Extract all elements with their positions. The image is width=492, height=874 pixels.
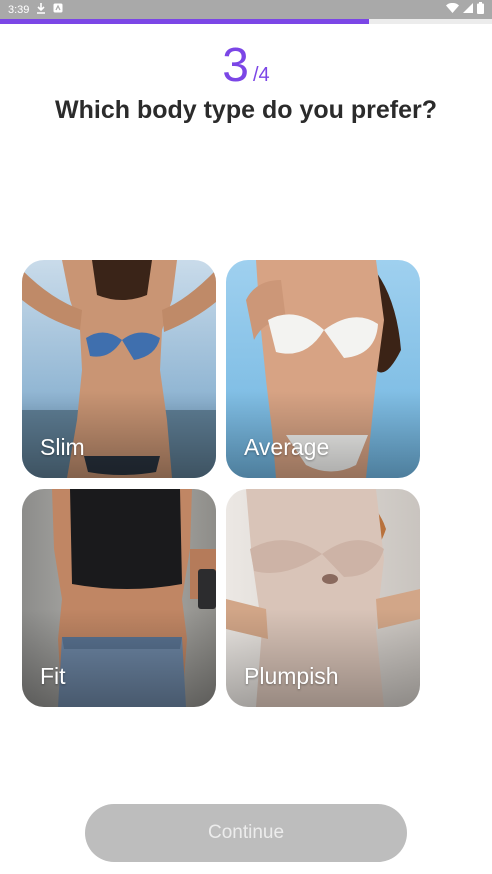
question-title: Which body type do you prefer? [55,96,437,124]
progress-fill [0,19,369,24]
battery-icon [477,2,484,17]
body-type-grid: Slim Average Fit Plumpish [22,260,420,707]
step-counter: 3/4 [0,38,492,93]
option-label: Fit [40,663,66,689]
wifi-icon [446,2,459,16]
status-time: 3:39 [8,3,30,16]
option-average[interactable]: Average [226,260,420,478]
signal-icon [463,3,473,16]
status-bar: 3:39 [0,0,492,19]
download-icon [36,2,46,17]
progress-bar [0,19,492,24]
option-label: Average [244,434,330,460]
app-notification-icon [53,3,63,16]
option-plumpish[interactable]: Plumpish [226,489,420,707]
step-current: 3 [222,39,249,92]
option-fit[interactable]: Fit [22,489,216,707]
option-label: Slim [40,434,85,460]
option-slim[interactable]: Slim [22,260,216,478]
step-total: /4 [253,64,270,86]
continue-button[interactable]: Continue [85,804,407,862]
option-label: Plumpish [244,663,339,689]
